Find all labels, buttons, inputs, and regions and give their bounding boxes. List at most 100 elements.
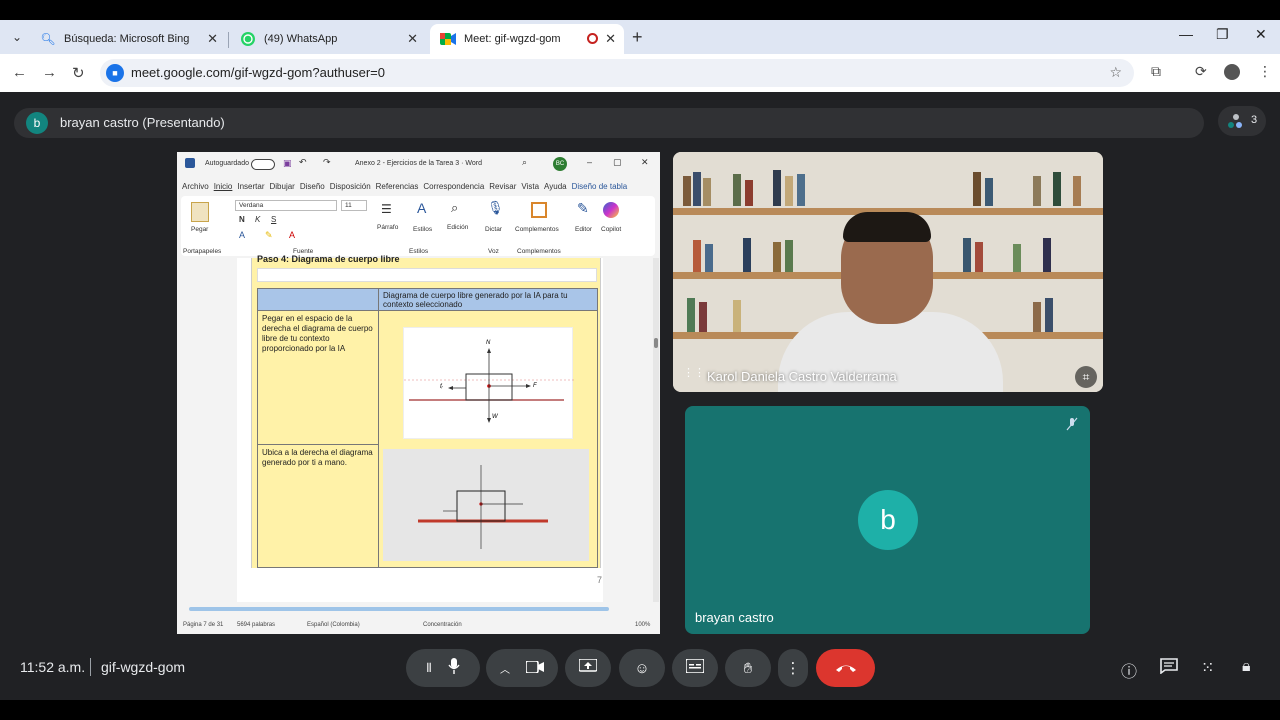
table-grid: Diagrama de cuerpo libre generado por la… [257, 288, 598, 568]
host-controls-icon[interactable]: 🔒︎ [1242, 658, 1251, 676]
meet-icon [440, 31, 456, 47]
group-label-voice: Voz [488, 248, 499, 255]
back-button[interactable]: ← [12, 64, 27, 81]
minimize-button[interactable]: — [1179, 26, 1193, 42]
clock: 11:52 a.m. [20, 659, 86, 675]
raise-hand-button[interactable]: ✋︎ [725, 649, 771, 687]
tab-inicio[interactable]: Inicio [214, 182, 233, 191]
vertical-scrollbar[interactable] [653, 258, 659, 602]
crop-icon[interactable]: ⌗ [1075, 366, 1097, 388]
text-effects-icon[interactable]: A [239, 230, 245, 240]
tab-bing[interactable]: 🔍︎ Búsqueda: Microsoft Bing ✕ [30, 24, 226, 54]
document-canvas[interactable]: Paso 4: Diagrama de cuerpo libre Diagram… [177, 254, 660, 602]
maximize-icon[interactable]: ▢ [613, 157, 622, 168]
sync-icon[interactable]: ⟳ [1195, 63, 1207, 80]
tab-ayuda[interactable]: Ayuda [544, 182, 567, 191]
zoom-level[interactable]: 100% [635, 622, 650, 628]
tab-meet[interactable]: Meet: gif-wgzd-gom ✕ [430, 24, 624, 54]
tab-archivo[interactable]: Archivo [182, 182, 209, 191]
tab-insertar[interactable]: Insertar [237, 182, 264, 191]
group-label-addins: Complementos [517, 248, 561, 255]
participant-name: Karol Daniela Castro Valderrama [707, 369, 897, 384]
participant-tile-self[interactable]: b brayan castro [685, 406, 1090, 634]
tab-whatsapp[interactable]: (49) WhatsApp ✕ [230, 24, 426, 54]
font-color-icon[interactable]: A [289, 230, 295, 240]
leave-call-button[interactable] [816, 649, 875, 687]
weight-label: W [492, 414, 498, 420]
captions-button[interactable] [672, 649, 718, 687]
hand-icon: ✋︎ [743, 659, 753, 677]
highlight-icon[interactable]: ✎ [265, 230, 273, 241]
participant-tile-remote[interactable]: ⋮⋮ Karol Daniela Castro Valderrama ⌗ [673, 152, 1103, 392]
underline-button[interactable]: S [271, 215, 276, 224]
tab-disposicion[interactable]: Disposición [330, 182, 371, 191]
copilot-icon[interactable] [603, 202, 619, 218]
font-name-box[interactable]: Verdana [235, 200, 337, 211]
search-icon[interactable]: ⌕ [451, 200, 458, 216]
close-window-button[interactable]: ✕ [1255, 26, 1267, 43]
tab-revisar[interactable]: Revisar [489, 182, 516, 191]
undo-icon[interactable]: ↶ [299, 157, 307, 168]
chat-icon[interactable] [1160, 658, 1178, 679]
word-count: 5694 palabras [237, 622, 276, 628]
restore-button[interactable]: ❐ [1216, 26, 1229, 43]
redo-icon[interactable]: ↷ [323, 157, 331, 168]
close-icon[interactable]: ✕ [605, 31, 616, 47]
paragraph-icon[interactable]: ☰ [381, 202, 392, 216]
editor-label: Editor [575, 226, 592, 233]
tab-correspondencia[interactable]: Correspondencia [423, 182, 484, 191]
bookmark-star-icon[interactable]: ☆ [1109, 64, 1122, 81]
tab-vista[interactable]: Vista [521, 182, 539, 191]
editor-icon[interactable]: ✎ [577, 200, 589, 217]
tab-diseno-tabla[interactable]: Diseño de tabla [572, 182, 628, 191]
autosave-toggle[interactable] [251, 159, 275, 170]
font-size-box[interactable]: 11 [341, 200, 367, 211]
close-icon[interactable]: ✕ [407, 31, 418, 47]
tab-referencias[interactable]: Referencias [376, 182, 419, 191]
tab-diseno[interactable]: Diseño [300, 182, 325, 191]
italic-button[interactable]: K [255, 215, 260, 224]
new-tab-button[interactable]: + [632, 27, 643, 48]
edit-label: Edición [447, 224, 469, 231]
horizontal-scrollbar[interactable] [177, 604, 660, 614]
bold-button[interactable]: N [239, 215, 245, 224]
more-options-button[interactable]: ⋮ [778, 649, 808, 687]
handmade-diagram-photo [383, 449, 589, 561]
camera-icon[interactable]: ■ [106, 64, 124, 82]
menu-icon[interactable]: ⋮ [1258, 63, 1272, 80]
save-icon[interactable]: ▣ [283, 158, 292, 169]
tab-dibujar[interactable]: Dibujar [270, 182, 295, 191]
reload-button[interactable]: ↻ [72, 64, 85, 82]
autosave-label: Autoguardado [205, 160, 249, 167]
forward-button[interactable]: → [42, 64, 57, 81]
video-camera-icon [525, 659, 544, 677]
focus-mode[interactable]: Concentración [423, 622, 462, 628]
scrollbar-thumb[interactable] [189, 607, 609, 611]
participants-button[interactable]: 3 [1218, 106, 1266, 136]
microphone-icon[interactable]: 🎙︎ [487, 200, 504, 216]
profile-avatar[interactable] [1224, 64, 1240, 80]
close-icon[interactable]: ✕ [207, 31, 218, 47]
camera-button[interactable]: ︿ [486, 649, 558, 687]
audio-level-icon: ⦀ [426, 660, 432, 675]
reactions-button[interactable]: ☺ [619, 649, 665, 687]
user-avatar[interactable]: BC [553, 157, 567, 171]
extensions-icon[interactable]: ⧉ [1151, 63, 1161, 80]
language-status[interactable]: Español (Colombia) [307, 622, 360, 628]
microphone-button[interactable]: ⦀ [406, 649, 480, 687]
scrollbar-thumb[interactable] [654, 338, 658, 348]
activities-icon[interactable]: ⁙ [1201, 658, 1214, 678]
styles-icon[interactable]: A [417, 200, 426, 216]
close-icon[interactable]: ✕ [641, 157, 649, 168]
avatar: b [26, 112, 48, 134]
minimize-icon[interactable]: – [587, 157, 592, 167]
search-icon[interactable]: ⌕ [522, 157, 527, 168]
tab-search-button[interactable]: ⌄ [6, 26, 28, 48]
addins-icon[interactable] [531, 202, 547, 218]
address-bar[interactable]: ■ meet.google.com/gif-wgzd-gom?authuser=… [100, 59, 1134, 87]
paste-icon[interactable] [191, 202, 209, 222]
table-row-label: Ubica a la derecha el diagrama generado … [258, 445, 379, 567]
normal-force-label: N [486, 340, 491, 346]
info-icon[interactable]: ⓘ [1121, 658, 1137, 682]
present-screen-button[interactable] [565, 649, 611, 687]
